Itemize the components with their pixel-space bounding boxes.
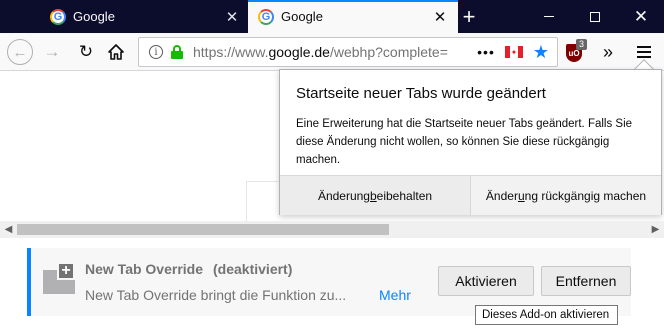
addon-description: New Tab Override bringt die Funktion zu.…: [85, 287, 347, 303]
undo-label-suffix: ng rückgängig machen: [524, 188, 647, 203]
ublock-badge: 3: [576, 39, 588, 50]
back-arrow-icon: ←: [7, 39, 33, 65]
keep-changes-button[interactable]: Änderung b eibehalten: [280, 176, 471, 215]
keep-label-prefix: Änderung: [317, 188, 370, 203]
new-tab-button[interactable]: +: [456, 4, 482, 30]
canada-flag-icon[interactable]: ✦: [505, 46, 523, 58]
overflow-menu-button[interactable]: »: [594, 38, 622, 66]
addon-name: New Tab Override: [85, 261, 204, 277]
reload-icon: ↻: [78, 42, 94, 61]
url-domain: google.de: [268, 44, 330, 60]
remove-button[interactable]: Entfernen: [541, 266, 631, 296]
panel-message: Eine Erweiterung hat die Startseite neue…: [296, 118, 633, 166]
reload-button[interactable]: ↻: [72, 38, 100, 66]
extension-icon: +: [43, 262, 75, 294]
google-icon: G: [50, 8, 66, 25]
lock-icon[interactable]: [171, 45, 183, 59]
new-tab-changed-panel: Startseite neuer Tabs wurde geändert Ein…: [279, 69, 662, 215]
forward-arrow-icon: →: [43, 42, 61, 61]
close-tab-icon[interactable]: ✕: [220, 5, 244, 29]
more-link[interactable]: Mehr: [379, 287, 411, 303]
home-button[interactable]: [102, 38, 130, 66]
close-window-button[interactable]: ✕: [618, 0, 664, 33]
tab-title: Google: [73, 9, 115, 24]
forward-button[interactable]: →: [38, 38, 66, 66]
panel-title: Startseite neuer Tabs wurde geändert: [296, 85, 546, 102]
scroll-right-icon[interactable]: ▶: [647, 221, 664, 238]
minimize-icon: [544, 16, 554, 17]
chevron-double-right-icon: »: [602, 41, 613, 62]
close-tab-icon[interactable]: ✕: [428, 5, 452, 29]
tab-google-2[interactable]: G Google ✕: [248, 0, 458, 33]
panel-footer: Änderung b eibehalten Änder u ng rückgängig…: [280, 175, 661, 215]
scrollbar-thumb[interactable]: [17, 224, 389, 235]
maximize-button[interactable]: [572, 0, 618, 33]
horizontal-scrollbar[interactable]: ◀ ▶: [0, 221, 664, 238]
tab-bar: G Google ✕ G Google ✕ + ✕: [0, 0, 664, 33]
tooltip: Dieses Add-on aktivieren: [475, 305, 618, 325]
keep-label-suffix: eibehalten: [376, 188, 433, 203]
scroll-left-icon[interactable]: ◀: [0, 221, 17, 238]
hamburger-icon: [637, 46, 651, 58]
addon-title: New Tab Override (deaktiviert): [85, 261, 292, 277]
undo-changes-button[interactable]: Änder u ng rückgängig machen: [471, 176, 661, 215]
navigation-toolbar: ← → ↻ i https://www.google.de/webhp?comp…: [0, 33, 664, 71]
google-icon: G: [258, 8, 274, 25]
tab-google-1[interactable]: G Google ✕: [40, 0, 250, 33]
page-actions-icon[interactable]: •••: [475, 44, 497, 60]
url-path: /webhp?complete=: [329, 44, 448, 60]
bookmark-star-icon[interactable]: ★: [531, 42, 551, 62]
close-icon: ✕: [633, 7, 649, 26]
undo-label-access: u: [517, 188, 525, 203]
enable-button[interactable]: Aktivieren: [438, 266, 534, 296]
url-prefix: https://www.: [193, 44, 269, 60]
home-icon: [108, 44, 124, 60]
ublock-button[interactable]: uO 3: [566, 39, 588, 63]
url-text[interactable]: https://www.google.de/webhp?complete=: [193, 44, 475, 60]
minimize-button[interactable]: [526, 0, 572, 33]
keep-label-access: b: [369, 188, 377, 203]
addon-state: (deaktiviert): [213, 261, 293, 277]
maximize-icon: [590, 11, 600, 22]
back-button[interactable]: ←: [6, 38, 34, 66]
tab-title: Google: [281, 9, 323, 24]
info-icon[interactable]: i: [149, 45, 163, 59]
url-bar[interactable]: i https://www.google.de/webhp?complete= …: [138, 37, 558, 67]
undo-label-prefix: Änder: [485, 188, 518, 203]
